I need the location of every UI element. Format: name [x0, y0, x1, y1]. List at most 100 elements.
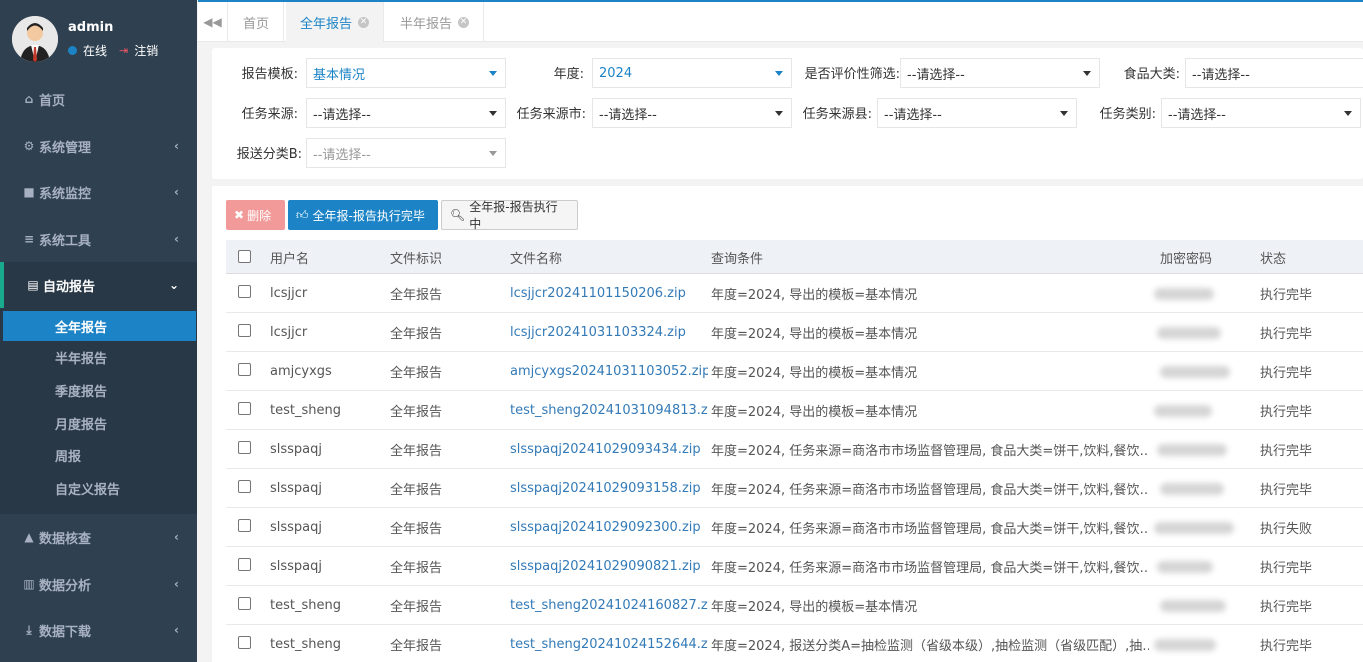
- task-city-select[interactable]: --请选择--: [592, 98, 792, 128]
- column-header-file[interactable]: 文件名称: [510, 240, 562, 274]
- table-row[interactable]: slsspaqj 全年报告 slsspaqj20241029093434.zip 年度…: [226, 430, 1363, 469]
- cell-status: 执行完毕: [1260, 638, 1313, 654]
- row-checkbox[interactable]: [238, 636, 251, 649]
- class-b-select[interactable]: --请选择--: [306, 138, 506, 168]
- table-row[interactable]: slsspaqj 全年报告 slsspaqj20241029092300.zip 年度…: [226, 508, 1363, 547]
- logout-icon[interactable]: ⇥: [119, 44, 128, 57]
- cell-query-conditions: 年度=2024, 报送分类A=抽检监测（省级本级）,抽检监测（省级匹配）,抽…: [711, 638, 1149, 654]
- close-icon[interactable]: ✕: [358, 16, 370, 28]
- cell-username: slsspaqj: [270, 558, 323, 574]
- class-b-value: --请选择--: [313, 147, 371, 163]
- file-download-link[interactable]: test_sheng20241024152644.zip: [510, 625, 708, 662]
- cell-username: slsspaqj: [270, 519, 323, 535]
- column-header-password[interactable]: 加密密码: [1160, 240, 1212, 274]
- redacted-password: [1154, 405, 1212, 417]
- cell-username: lcsjjcr: [270, 285, 308, 301]
- chevron-left-icon: ‹: [174, 623, 179, 637]
- report-icon: ▤: [27, 278, 39, 292]
- table-row[interactable]: lcsjjcr 全年报告 lcsjjcr20241101150206.zip 年度=2…: [226, 274, 1363, 313]
- tab-scroll-left-icon[interactable]: ◀◀: [198, 2, 228, 42]
- cell-username: test_sheng: [270, 636, 341, 652]
- row-checkbox[interactable]: [238, 480, 251, 493]
- tab-home[interactable]: 首页: [229, 2, 285, 42]
- row-checkbox[interactable]: [238, 597, 251, 610]
- file-download-link[interactable]: slsspaqj20241029093434.zip: [510, 430, 708, 468]
- column-header-status[interactable]: 状态: [1260, 240, 1286, 274]
- cell-username: slsspaqj: [270, 480, 323, 496]
- file-download-link[interactable]: lcsjjcr20241031103324.zip: [510, 313, 708, 351]
- video-camera-icon: ■: [23, 185, 35, 199]
- eval-filter-select[interactable]: --请选择--: [900, 58, 1100, 88]
- year-select[interactable]: 2024: [592, 58, 792, 88]
- column-header-tag[interactable]: 文件标识: [390, 240, 442, 274]
- sidebar-item-system-tools[interactable]: ≡ 系统工具 ‹: [0, 216, 197, 262]
- sidebar-item-home[interactable]: ⌂ 首页: [0, 76, 197, 122]
- cell-file-tag: 全年报告: [390, 404, 443, 420]
- sidebar-item-label: 系统工具: [39, 233, 92, 249]
- sidebar-item-data-check[interactable]: ▲ 数据核查 ‹: [0, 514, 197, 560]
- sidebar-item-system-monitor[interactable]: ■ 系统监控 ‹: [0, 169, 197, 215]
- thumbs-up-icon: 👍︎: [296, 207, 309, 222]
- file-download-link[interactable]: test_sheng20241024160827.zip: [510, 586, 708, 624]
- row-checkbox[interactable]: [238, 324, 251, 337]
- file-download-link[interactable]: slsspaqj20241029093158.zip: [510, 469, 708, 507]
- row-checkbox[interactable]: [238, 363, 251, 376]
- cell-status: 执行完毕: [1260, 404, 1313, 420]
- row-checkbox[interactable]: [238, 558, 251, 571]
- template-select[interactable]: 基本情况: [306, 58, 506, 88]
- sidebar-item-label: 数据核查: [39, 531, 92, 547]
- column-header-user[interactable]: 用户名: [270, 240, 309, 274]
- sidebar-item-auto-report[interactable]: ▤ 自动报告 ⌄: [0, 262, 197, 308]
- row-checkbox[interactable]: [238, 402, 251, 415]
- table-row[interactable]: test_sheng 全年报告 test_sheng20241024152644.z…: [226, 625, 1363, 662]
- file-download-link[interactable]: slsspaqj20241029090821.zip: [510, 547, 708, 585]
- file-download-link[interactable]: amjcyxgs20241031103052.zip: [510, 352, 708, 390]
- sidebar-subitem-custom[interactable]: 自定义报告: [3, 473, 196, 503]
- column-header-query[interactable]: 查询条件: [711, 240, 763, 274]
- delete-button[interactable]: ✖ 删除: [226, 200, 285, 230]
- close-icon[interactable]: ✕: [458, 16, 470, 28]
- file-download-link[interactable]: slsspaqj20241029092300.zip: [510, 508, 708, 546]
- table-row[interactable]: slsspaqj 全年报告 slsspaqj20241029093158.zip 年度…: [226, 469, 1363, 508]
- redacted-password: [1157, 561, 1213, 573]
- task-source-select[interactable]: --请选择--: [306, 98, 506, 128]
- sidebar-subitem-annual[interactable]: 全年报告: [3, 311, 196, 341]
- food-category-select[interactable]: --请选择--: [1185, 58, 1363, 88]
- cell-username: test_sheng: [270, 402, 341, 418]
- annual-report-done-button[interactable]: 👍︎ 全年报-报告执行完毕: [288, 200, 438, 230]
- sidebar-item-data-analysis[interactable]: ▥ 数据分析 ‹: [0, 561, 197, 607]
- task-county-select[interactable]: --请选择--: [877, 98, 1077, 128]
- row-checkbox[interactable]: [238, 519, 251, 532]
- username: admin: [68, 20, 114, 35]
- task-source-label: 任务来源:: [241, 107, 298, 122]
- row-checkbox[interactable]: [238, 441, 251, 454]
- tab-label: 半年报告: [400, 16, 453, 32]
- avatar[interactable]: [12, 16, 58, 62]
- cell-username: test_sheng: [270, 597, 341, 613]
- table-row[interactable]: test_sheng 全年报告 test_sheng20241031094813.z…: [226, 391, 1363, 430]
- table-row[interactable]: amjcyxgs 全年报告 amjcyxgs20241031103052.zip 年度…: [226, 352, 1363, 391]
- sidebar-item-label: 自动报告: [43, 279, 96, 295]
- chevron-left-icon: ‹: [174, 139, 179, 153]
- sidebar-subitem-quarterly[interactable]: 季度报告: [3, 375, 196, 405]
- task-category-select[interactable]: --请选择--: [1161, 98, 1361, 128]
- cell-status: 执行完毕: [1260, 326, 1313, 342]
- cell-file-tag: 全年报告: [390, 326, 443, 342]
- sidebar-subitem-weekly[interactable]: 周报: [3, 440, 196, 470]
- redacted-password: [1157, 444, 1227, 456]
- sidebar-item-data-download[interactable]: ⤓ 数据下载 ‹: [0, 607, 197, 653]
- table-row[interactable]: lcsjjcr 全年报告 lcsjjcr20241031103324.zip 年度=2…: [226, 313, 1363, 352]
- row-checkbox[interactable]: [238, 285, 251, 298]
- file-download-link[interactable]: test_sheng20241031094813.zip: [510, 391, 708, 429]
- sidebar-subitem-half-year[interactable]: 半年报告: [3, 342, 196, 372]
- table-row[interactable]: test_sheng 全年报告 test_sheng20241024160827.z…: [226, 586, 1363, 625]
- sidebar-item-system-management[interactable]: ⚙ 系统管理 ‹: [0, 123, 197, 169]
- table-row[interactable]: slsspaqj 全年报告 slsspaqj20241029090821.zip 年度…: [226, 547, 1363, 586]
- tab-annual-report[interactable]: 全年报告 ✕: [286, 2, 385, 42]
- tab-half-year-report[interactable]: 半年报告 ✕: [386, 2, 485, 42]
- annual-report-running-button[interactable]: 🔍︎ 全年报-报告执行中: [441, 200, 578, 231]
- logout-link[interactable]: 注销: [134, 42, 158, 59]
- select-all-checkbox[interactable]: [238, 250, 251, 263]
- sidebar-subitem-monthly[interactable]: 月度报告: [3, 408, 196, 438]
- file-download-link[interactable]: lcsjjcr20241101150206.zip: [510, 274, 708, 312]
